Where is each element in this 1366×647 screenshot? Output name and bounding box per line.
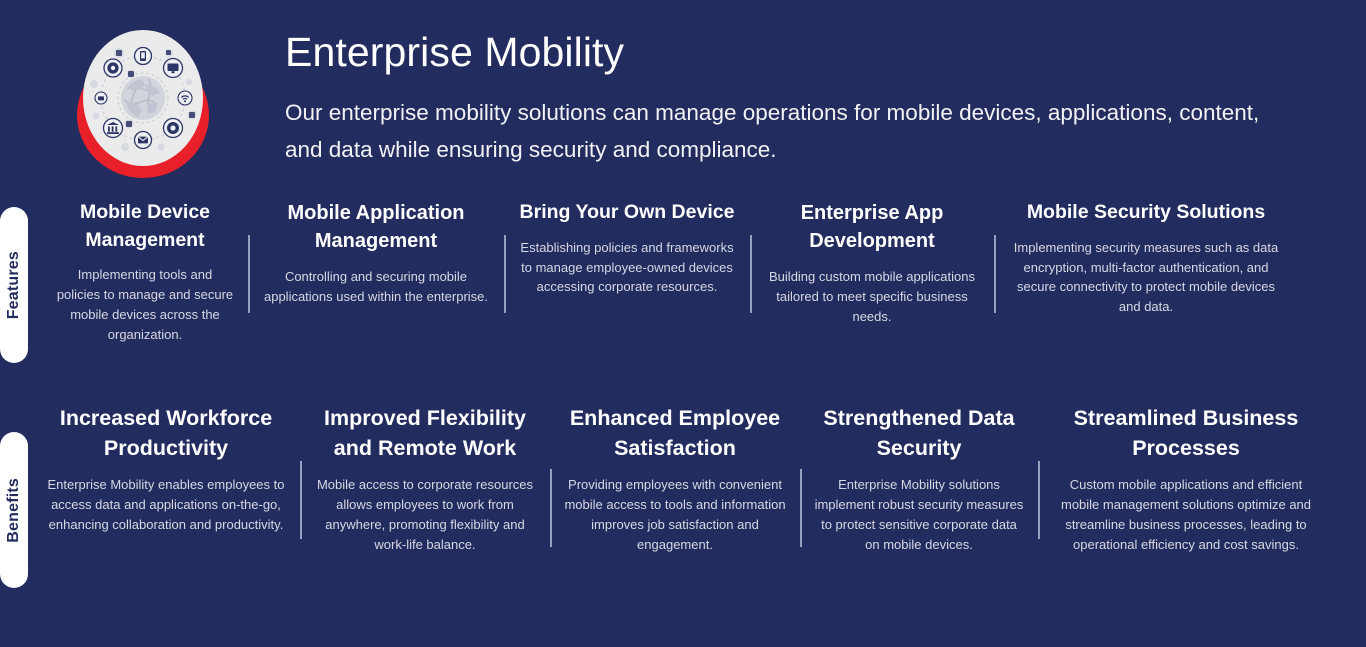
header-text-block: Enterprise Mobility Our enterprise mobil… (285, 18, 1325, 168)
benefit-card-description: Mobile access to corporate resources all… (316, 476, 534, 552)
feature-card: Mobile Security Solutions Implementing s… (994, 199, 1298, 317)
benefit-card-description: Enterprise Mobility enables employees to… (47, 476, 285, 532)
section-label-features-text: Features (5, 250, 22, 320)
section-label-benefits-text: Benefits (5, 477, 22, 543)
feature-card-title: Bring Your Own Device (519, 201, 735, 223)
benefit-card: Improved Flexibility and Remote Work Mob… (300, 403, 550, 555)
benefit-card-description: Enterprise Mobility solutions implement … (814, 476, 1024, 552)
feature-card-description: Implementing tools and policies to manag… (56, 267, 234, 342)
brand-logo (76, 28, 209, 178)
benefit-card-title: Improved Flexibility and Remote Work (324, 405, 526, 461)
feature-card-title: Mobile Application Management (287, 202, 465, 253)
feature-card-title: Mobile Device Management (79, 201, 211, 251)
benefit-card: Increased Workforce Productivity Enterpr… (32, 403, 300, 535)
benefit-card-title: Enhanced Employee Satisfaction (569, 405, 781, 461)
benefit-card: Strengthened Data Security Enterprise Mo… (800, 403, 1038, 555)
logo-container (0, 18, 285, 178)
page-subtitle: Our enterprise mobility solutions can ma… (285, 99, 1260, 163)
feature-card: Enterprise App Development Building cust… (750, 199, 994, 326)
feature-card-description: Implementing security measures such as d… (1013, 239, 1279, 315)
section-label-benefits: Benefits (0, 432, 28, 588)
benefit-card-description: Providing employees with convenient mobi… (564, 476, 786, 552)
benefit-card-title: Streamlined Business Processes (1073, 405, 1299, 461)
benefit-card: Streamlined Business Processes Custom mo… (1038, 403, 1334, 555)
benefits-row: Increased Workforce Productivity Enterpr… (0, 403, 1366, 555)
feature-card: Bring Your Own Device Establishing polic… (504, 199, 750, 314)
benefit-card-title: Strengthened Data Security (823, 405, 1015, 461)
section-label-features: Features (0, 207, 28, 363)
page-title: Enterprise Mobility (285, 29, 625, 75)
benefit-card-description: Custom mobile applications and efficient… (1060, 476, 1312, 552)
feature-card-title: Mobile Security Solutions (1026, 201, 1266, 223)
page-header: Enterprise Mobility Our enterprise mobil… (0, 0, 1366, 185)
benefit-card-title: Increased Workforce Productivity (59, 405, 273, 461)
benefit-card: Enhanced Employee Satisfaction Providing… (550, 403, 800, 555)
feature-card-description: Building custom mobile applications tail… (769, 268, 975, 324)
feature-card-description: Controlling and securing mobile applicat… (263, 268, 489, 304)
globe-network-devices-icon (82, 30, 203, 166)
feature-card: Mobile Device Management Implementing to… (42, 199, 248, 345)
feature-card: Mobile Application Management Controllin… (248, 199, 504, 313)
feature-card-title: Enterprise App Development (800, 202, 944, 253)
feature-card-description: Establishing policies and frameworks to … (520, 239, 734, 295)
features-row: Mobile Device Management Implementing to… (0, 199, 1366, 345)
